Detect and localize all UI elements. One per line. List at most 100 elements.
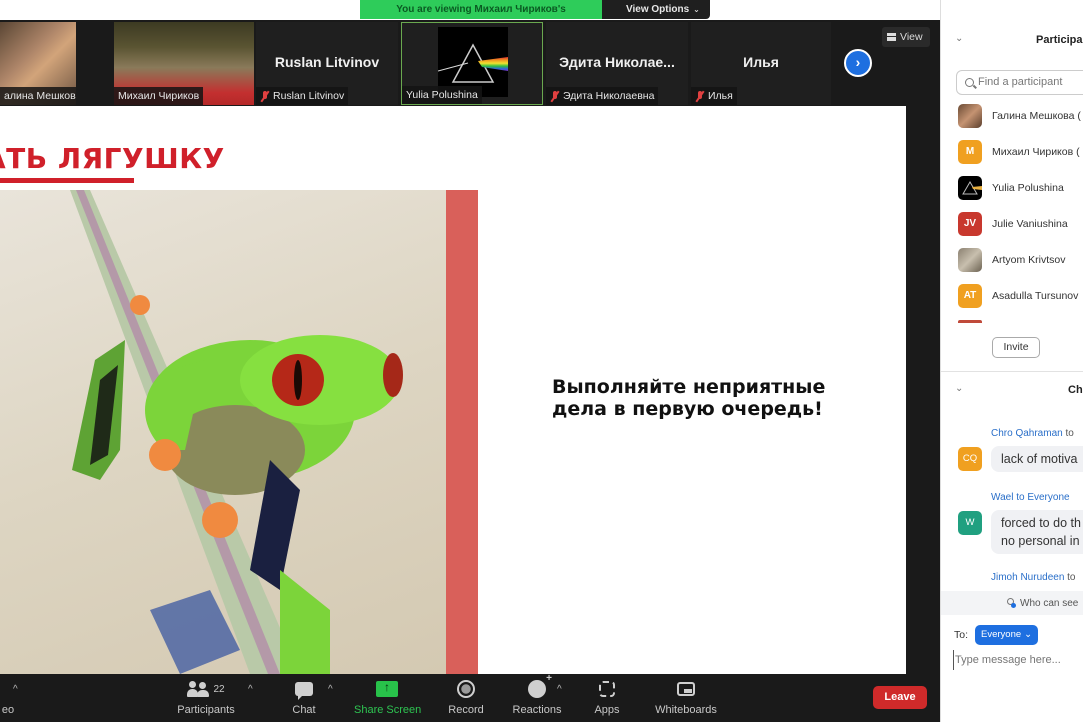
slide-body-line-2: дела в первую очередь!	[552, 398, 823, 420]
chevron-down-icon: ⌄	[1024, 629, 1033, 640]
avatar	[958, 176, 982, 200]
participant-row[interactable]: M Михаил Чириков (	[958, 140, 1083, 164]
mic-muted-icon	[695, 90, 705, 102]
participants-icon	[187, 681, 210, 697]
tile-big-name: Ruslan Litvinov	[274, 54, 380, 70]
chat-recipient: to	[1062, 428, 1074, 439]
gallery-grid-icon	[887, 33, 896, 41]
tile-name-label: Эдита Николаевна	[546, 87, 659, 105]
view-options-button[interactable]: View Options ⌄	[602, 0, 710, 19]
collapse-chevron-icon[interactable]: ⌄	[955, 383, 963, 394]
video-tile-edita[interactable]: Эдита Николае... Эдита Николаевна	[546, 22, 688, 105]
chat-sender-name[interactable]: Chro Qahraman	[991, 428, 1063, 439]
tile-name-label: алина Мешкова	[0, 87, 76, 105]
participant-name: Михаил Чириков (	[992, 146, 1080, 158]
zoom-meeting-window: You are viewing Михаил Чириков's screen …	[0, 0, 1083, 722]
share-screen-label: Share Screen	[354, 704, 422, 716]
video-label: eo	[1, 704, 15, 716]
tile-big-name: Эдита Николае...	[559, 54, 675, 70]
participants-button[interactable]: 22 Participants	[172, 678, 240, 716]
participant-row[interactable]: Yulia Polushina	[958, 176, 1083, 200]
recipient-value: Everyone	[981, 629, 1022, 640]
video-tile-ruslan[interactable]: Ruslan Litvinov Ruslan Litvinov	[256, 22, 398, 105]
apps-icon	[599, 681, 615, 697]
participant-row[interactable]: Галина Мешкова (	[958, 104, 1083, 128]
participant-search-input[interactable]: Find a participant	[956, 70, 1083, 95]
chat-message-line: lack of motiva	[1001, 452, 1078, 466]
chat-sender-line: Jimoh Nurudeen to	[991, 572, 1076, 583]
video-tile-mikhail[interactable]: Михаил Чириков	[114, 22, 254, 105]
view-button[interactable]: View	[882, 27, 930, 47]
slide-body-line-1: Выполняйте неприятные	[552, 376, 826, 398]
avatar: M	[958, 140, 982, 164]
whiteboards-label: Whiteboards	[655, 704, 717, 716]
to-label: To:	[954, 629, 969, 641]
record-button[interactable]: Record	[446, 678, 486, 716]
who-can-see-label: Who can see	[1020, 597, 1079, 609]
chat-options-caret[interactable]: ^	[328, 684, 333, 695]
chat-message: forced to do th no personal in	[991, 510, 1083, 554]
chat-message: lack of motiva	[991, 446, 1083, 472]
video-options-caret[interactable]: ^	[13, 684, 18, 695]
participant-row[interactable]: AT Asadulla Tursunov	[958, 284, 1083, 308]
whiteboard-icon	[677, 682, 695, 696]
chat-button[interactable]: Chat	[288, 678, 320, 716]
leave-button[interactable]: Leave	[873, 686, 927, 709]
avatar: AT	[958, 284, 982, 308]
apps-label: Apps	[594, 704, 620, 716]
viewing-banner: You are viewing Михаил Чириков's screen …	[360, 0, 710, 34]
panel-divider	[941, 371, 1083, 372]
mic-muted-icon	[550, 90, 560, 102]
participants-panel-title: Participa	[1036, 34, 1083, 46]
participants-options-caret[interactable]: ^	[248, 684, 253, 695]
participant-name: Julie Vaniushina	[992, 218, 1068, 230]
shared-screen-slide: ать лягушку	[0, 106, 906, 674]
view-options-label: View Options	[626, 4, 690, 15]
view-button-label: View	[900, 31, 923, 43]
participant-row[interactable]: JV Julie Vaniushina	[958, 212, 1083, 236]
share-screen-button[interactable]: Share Screen	[354, 678, 422, 716]
mic-muted-icon	[260, 90, 270, 102]
video-strip: алина Мешкова Михаил Чириков Ruslan Litv…	[0, 22, 940, 105]
tile-name-label: Илья	[691, 87, 737, 105]
reactions-smiley-icon	[528, 673, 552, 698]
invite-button[interactable]: Invite	[992, 337, 1040, 358]
video-tile-ilya[interactable]: Илья Илья	[691, 22, 831, 105]
recipient-dropdown[interactable]: Everyone ⌄	[975, 625, 1039, 645]
participant-name: Галина Мешкова (	[992, 110, 1081, 122]
whiteboards-button[interactable]: Whiteboards	[652, 678, 720, 716]
record-icon	[457, 680, 475, 698]
chat-sender-name[interactable]: Wael	[991, 492, 1013, 503]
participant-name: Asadulla Tursunov	[992, 290, 1079, 302]
chat-label: Chat	[292, 704, 316, 716]
participant-row[interactable]: Artyom Krivtsov	[958, 248, 1083, 272]
tile-name: Yulia Polushina	[406, 89, 478, 101]
reactions-button[interactable]: Reactions	[510, 673, 564, 716]
chat-recipient-row: To: Everyone ⌄	[954, 625, 1039, 645]
frog-illustration	[0, 190, 446, 674]
avatar	[958, 104, 982, 128]
side-panel: ⌄ Participa Find a participant Галина Ме…	[940, 0, 1083, 722]
participants-count: 22	[213, 683, 225, 695]
reactions-options-caret[interactable]: ^	[557, 684, 562, 695]
avatar	[958, 248, 982, 272]
chat-avatar: CQ	[958, 447, 982, 471]
chat-sender-line: Wael to Everyone	[991, 492, 1070, 503]
chat-panel-title: Ch	[1068, 384, 1083, 396]
who-can-see-bar[interactable]: Who can see	[941, 591, 1083, 615]
chat-message-line: no personal in	[1001, 534, 1080, 548]
chat-sender-name[interactable]: Jimoh Nurudeen	[991, 572, 1064, 583]
tile-name: Илья	[708, 90, 733, 102]
video-tile-galina[interactable]: алина Мешкова	[0, 22, 76, 105]
next-page-button[interactable]: ›	[844, 49, 872, 77]
chat-message-input[interactable]	[953, 650, 1081, 670]
tile-name: алина Мешкова	[4, 90, 76, 102]
chat-panel-header: ⌄ Ch	[941, 380, 1083, 402]
chat-recipient: to Everyone	[1013, 492, 1070, 503]
apps-button[interactable]: Apps	[590, 678, 624, 716]
search-placeholder: Find a participant	[978, 76, 1063, 88]
partial-avatar	[958, 320, 982, 323]
slide-title-underline	[0, 178, 134, 183]
collapse-chevron-icon[interactable]: ⌄	[955, 33, 963, 44]
video-tile-yulia[interactable]: Yulia Polushina	[401, 22, 543, 105]
